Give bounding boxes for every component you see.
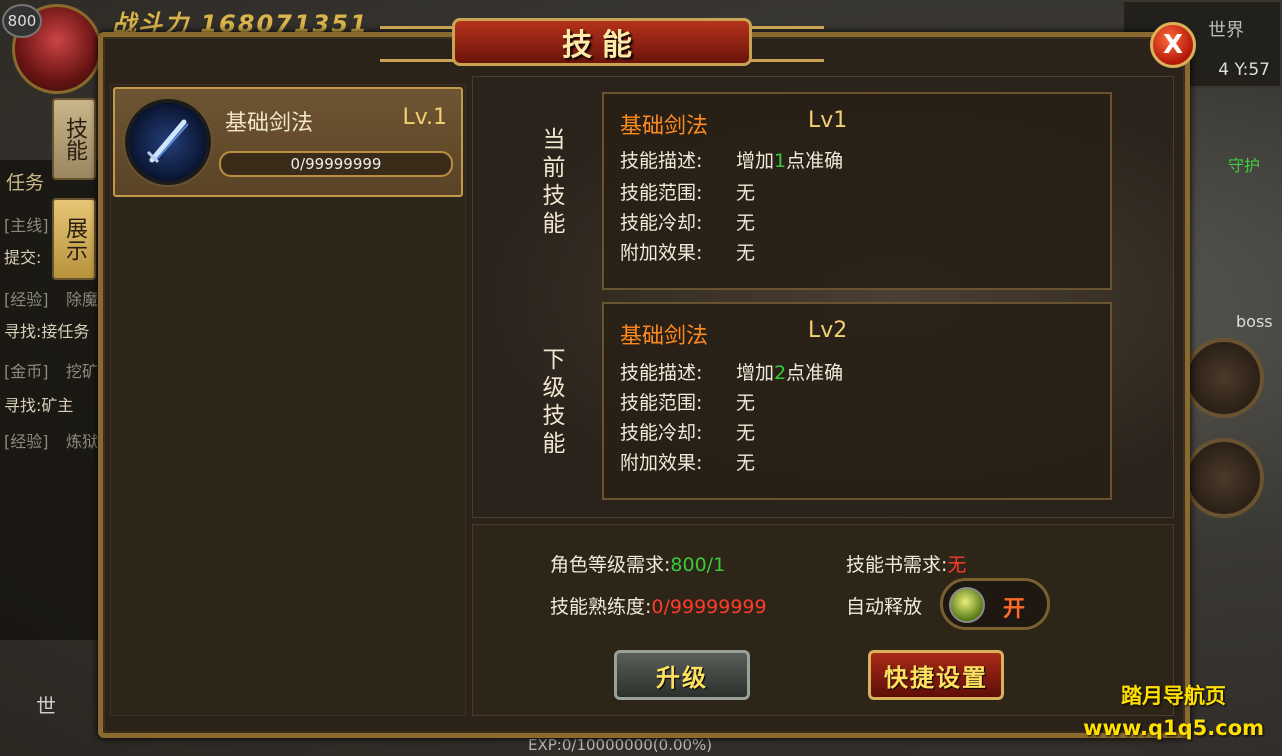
watermark-url: www.q1q5.com xyxy=(1083,716,1264,740)
tab-display[interactable]: 展示 xyxy=(52,198,96,280)
auto-release-label: 自动释放 xyxy=(846,596,923,618)
row-value: 无 xyxy=(736,182,756,204)
upgrade-button[interactable]: 升级 xyxy=(614,650,750,700)
skill-slot-1[interactable] xyxy=(1184,338,1264,418)
skill-desc-row: 技能描述: 增加1点准确 xyxy=(620,146,843,173)
row-value: 无 xyxy=(736,242,756,264)
current-skill-section-label: 当 前 技 能 xyxy=(536,126,572,238)
skill-effect-row: 附加效果: 无 xyxy=(620,238,755,265)
row-value: 点准确 xyxy=(786,362,844,384)
row-value: 无 xyxy=(736,212,756,234)
row-label: 技能冷却: xyxy=(620,212,703,234)
tab-label: 展示 xyxy=(62,217,87,261)
row-label: 技能范围: xyxy=(620,182,703,204)
skill-level: Lv.1 xyxy=(402,105,447,130)
skill-desc-row: 技能描述: 增加2点准确 xyxy=(620,358,843,385)
row-value: 无 xyxy=(736,422,756,444)
label-char: 技 xyxy=(542,183,566,209)
req-label: 技能书需求: xyxy=(846,554,948,576)
quest-text[interactable]: 寻找:矿主 xyxy=(4,392,73,416)
row-value: 无 xyxy=(736,452,756,474)
row-label: 技能描述: xyxy=(620,150,703,172)
map-coordinates: 4 Y:57 xyxy=(1218,60,1270,80)
req-label: 技能熟练度: xyxy=(550,596,652,618)
quest-tag: [经验] xyxy=(4,432,49,451)
row-label: 技能冷却: xyxy=(620,422,703,444)
row-value: 增加 xyxy=(736,150,775,172)
player-level-badge: 800 xyxy=(2,4,42,38)
label-char: 前 xyxy=(542,155,566,181)
toggle-state: 开 xyxy=(1002,597,1025,622)
sword-skill-icon xyxy=(125,99,211,185)
req-value: 0/99999999 xyxy=(651,596,767,618)
world-chat-button[interactable]: 世 xyxy=(36,690,56,719)
map-name: 世界 xyxy=(1208,20,1244,41)
quest-text[interactable]: 寻找:接任务 xyxy=(4,318,89,342)
skill-range-row: 技能范围: 无 xyxy=(620,388,755,415)
quest-text: 挖矿 xyxy=(66,362,99,381)
task-button[interactable]: 任务 xyxy=(6,168,44,195)
row-label: 附加效果: xyxy=(620,242,703,264)
hotkey-button-label: 快捷设置 xyxy=(884,663,988,692)
quest-text: 炼狱 xyxy=(66,432,99,451)
label-char: 当 xyxy=(542,127,566,153)
req-label: 角色等级需求: xyxy=(550,554,671,576)
label-char: 级 xyxy=(542,375,566,401)
skill-effect-row: 附加效果: 无 xyxy=(620,448,755,475)
skill-cooldown-row: 技能冷却: 无 xyxy=(620,208,755,235)
skill-book-requirement: 技能书需求:无 xyxy=(846,550,966,577)
current-skill-info: 基础剑法 Lv1 技能描述: 增加1点准确 技能范围: 无 技能冷却: 无 附加效果:… xyxy=(602,92,1112,290)
watermark-title: 踏月导航页 xyxy=(1121,684,1227,708)
skill-list-item[interactable]: 基础剑法 Lv.1 0/99999999 xyxy=(113,87,463,197)
row-value-number: 1 xyxy=(774,150,787,172)
next-skill-section-label: 下 级 技 能 xyxy=(536,346,572,458)
label-char: 下 xyxy=(542,347,566,373)
next-skill-info: 基础剑法 Lv2 技能描述: 增加2点准确 技能范围: 无 技能冷却: 无 附加效果:… xyxy=(602,302,1112,500)
quest-tag: [金币] xyxy=(4,362,49,381)
skill-slot-2[interactable] xyxy=(1184,438,1264,518)
label-char: 技 xyxy=(542,403,566,429)
upgrade-button-label: 升级 xyxy=(656,663,708,692)
quest-text[interactable]: 提交: xyxy=(4,244,41,268)
role-level-requirement: 角色等级需求:800/1 xyxy=(550,550,725,577)
row-value: 无 xyxy=(736,392,756,414)
skill-range-row: 技能范围: 无 xyxy=(620,178,755,205)
watermark: 踏月导航页 www.q1q5.com xyxy=(1083,680,1264,740)
quest-tag: [经验] xyxy=(4,290,49,309)
hotkey-settings-button[interactable]: 快捷设置 xyxy=(868,650,1004,700)
tab-skills[interactable]: 技能 xyxy=(52,98,96,180)
exp-bar: EXP:0/10000000(0.00%) xyxy=(528,736,713,754)
current-skill-level: Lv1 xyxy=(808,108,848,133)
skill-cooldown-row: 技能冷却: 无 xyxy=(620,418,755,445)
window-title: 技能 xyxy=(562,28,642,63)
row-value-number: 2 xyxy=(774,362,787,384)
row-label: 附加效果: xyxy=(620,452,703,474)
close-button[interactable]: X xyxy=(1150,22,1196,68)
req-value: 800/1 xyxy=(670,554,726,576)
boss-label: boss xyxy=(1236,312,1273,331)
row-value: 增加 xyxy=(736,362,775,384)
proficiency-requirement: 技能熟练度:0/99999999 xyxy=(550,592,767,619)
current-skill-name: 基础剑法 xyxy=(620,114,709,139)
skill-name: 基础剑法 xyxy=(225,111,314,136)
skill-list: 基础剑法 Lv.1 0/99999999 xyxy=(110,84,466,716)
close-icon: X xyxy=(1162,30,1184,60)
row-label: 技能描述: xyxy=(620,362,703,384)
label-char: 能 xyxy=(542,431,566,457)
guard-label: 守护 xyxy=(1228,156,1261,175)
auto-release-toggle[interactable]: 开 xyxy=(940,578,1050,630)
row-value: 点准确 xyxy=(786,150,844,172)
quest-text: 除魔 xyxy=(66,290,99,309)
quest-tag: [主线] xyxy=(4,216,49,235)
toggle-knob xyxy=(949,587,985,623)
req-value: 无 xyxy=(947,554,967,576)
row-label: 技能范围: xyxy=(620,392,703,414)
label-char: 能 xyxy=(542,211,566,237)
next-skill-level: Lv2 xyxy=(808,318,848,343)
tab-label: 技能 xyxy=(62,117,87,161)
skill-progress-text: 0/99999999 xyxy=(290,155,382,173)
skill-progress-bar: 0/99999999 xyxy=(219,151,453,177)
next-skill-name: 基础剑法 xyxy=(620,324,709,349)
window-title-plaque: 技能 xyxy=(452,18,752,66)
